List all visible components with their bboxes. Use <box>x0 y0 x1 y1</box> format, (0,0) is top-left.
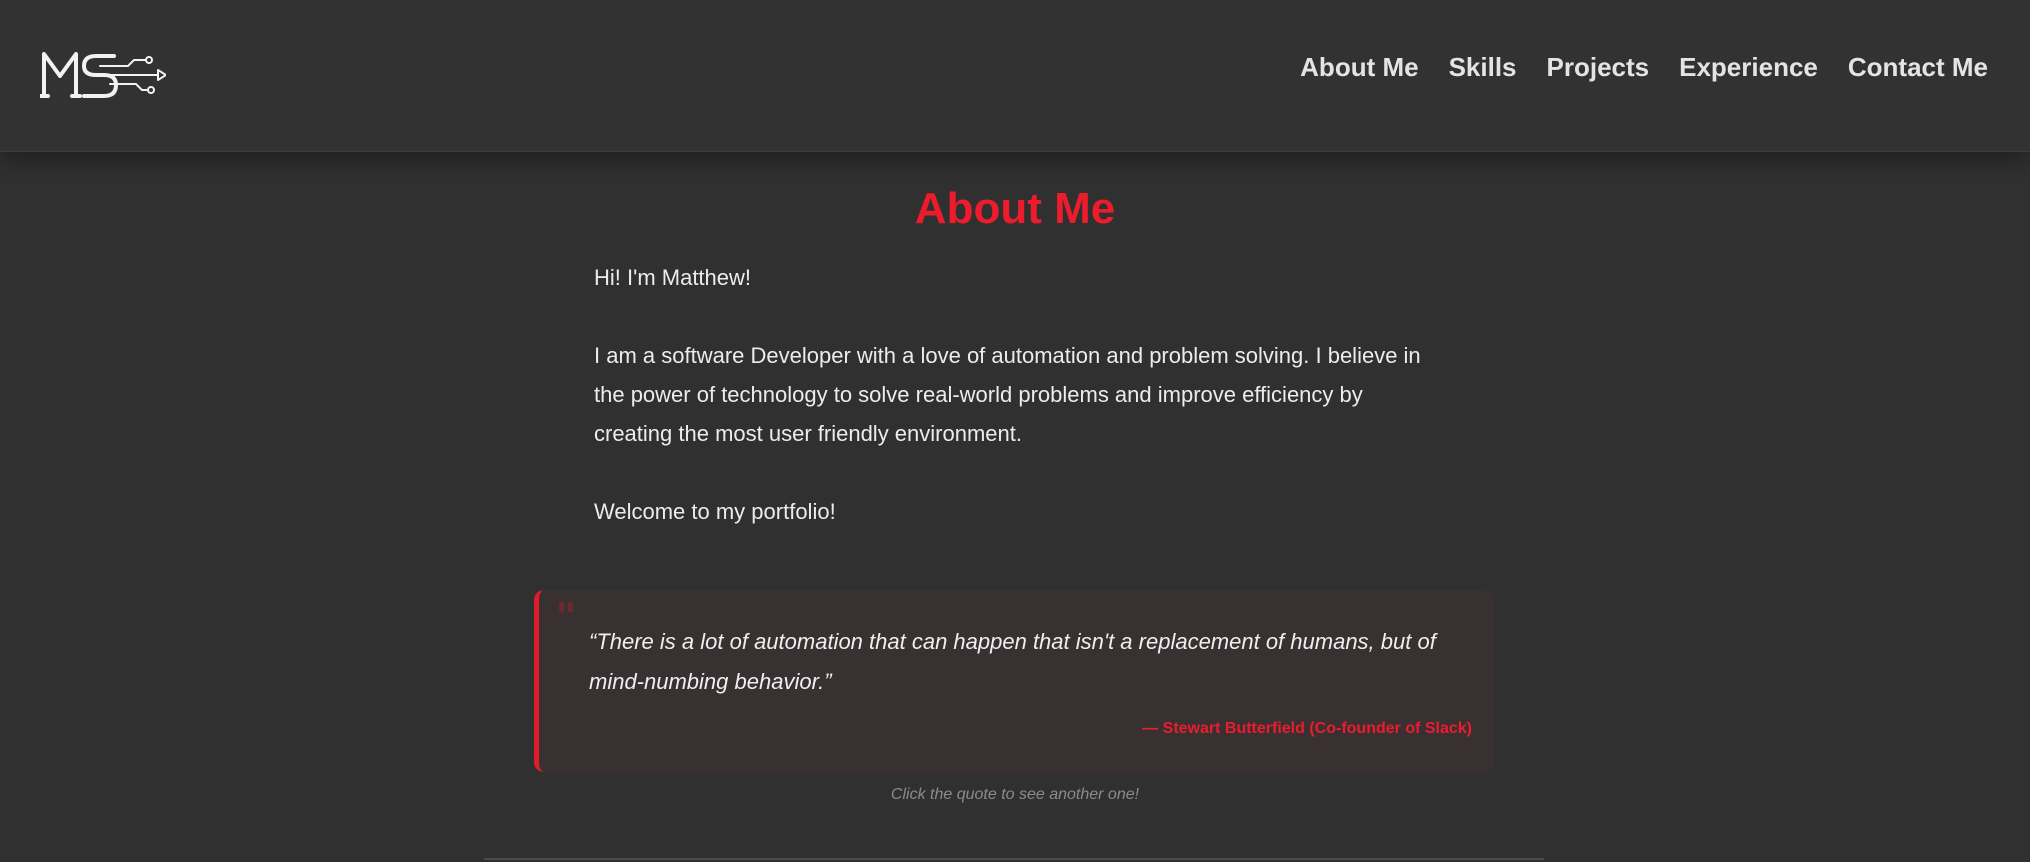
quote-card[interactable]: " “There is a lot of automation that can… <box>534 590 1494 772</box>
nav-contact-me[interactable]: Contact Me <box>1848 52 1988 83</box>
ms-circuit-logo-icon <box>38 52 167 98</box>
quote-mark-icon: " <box>556 593 576 640</box>
section-divider <box>484 858 1544 860</box>
nav-skills[interactable]: Skills <box>1449 52 1517 83</box>
ms-logo[interactable] <box>38 46 167 102</box>
nav-about-me[interactable]: About Me <box>1300 52 1418 83</box>
nav-experience[interactable]: Experience <box>1679 52 1818 83</box>
about-welcome: Welcome to my portfolio! <box>594 499 836 524</box>
quote-author: — Stewart Butterfield (Co-founder of Sla… <box>1142 720 1472 737</box>
about-text: Hi! I'm Matthew! I am a software Develop… <box>594 258 1434 531</box>
about-description: I am a software Developer with a love of… <box>594 343 1421 446</box>
about-greeting: Hi! I'm Matthew! <box>594 265 752 290</box>
quote-hint: Click the quote to see another one! <box>890 786 1140 803</box>
main-nav: About Me Skills Projects Experience Cont… <box>1300 52 1988 83</box>
about-section: About Me Hi! I'm Matthew! I am a softwar… <box>0 152 2030 862</box>
site-header: About Me Skills Projects Experience Cont… <box>0 0 2030 152</box>
page-title: About Me <box>914 184 1116 233</box>
nav-projects[interactable]: Projects <box>1547 52 1650 83</box>
quote-text: “There is a lot of automation that can h… <box>589 629 1436 694</box>
